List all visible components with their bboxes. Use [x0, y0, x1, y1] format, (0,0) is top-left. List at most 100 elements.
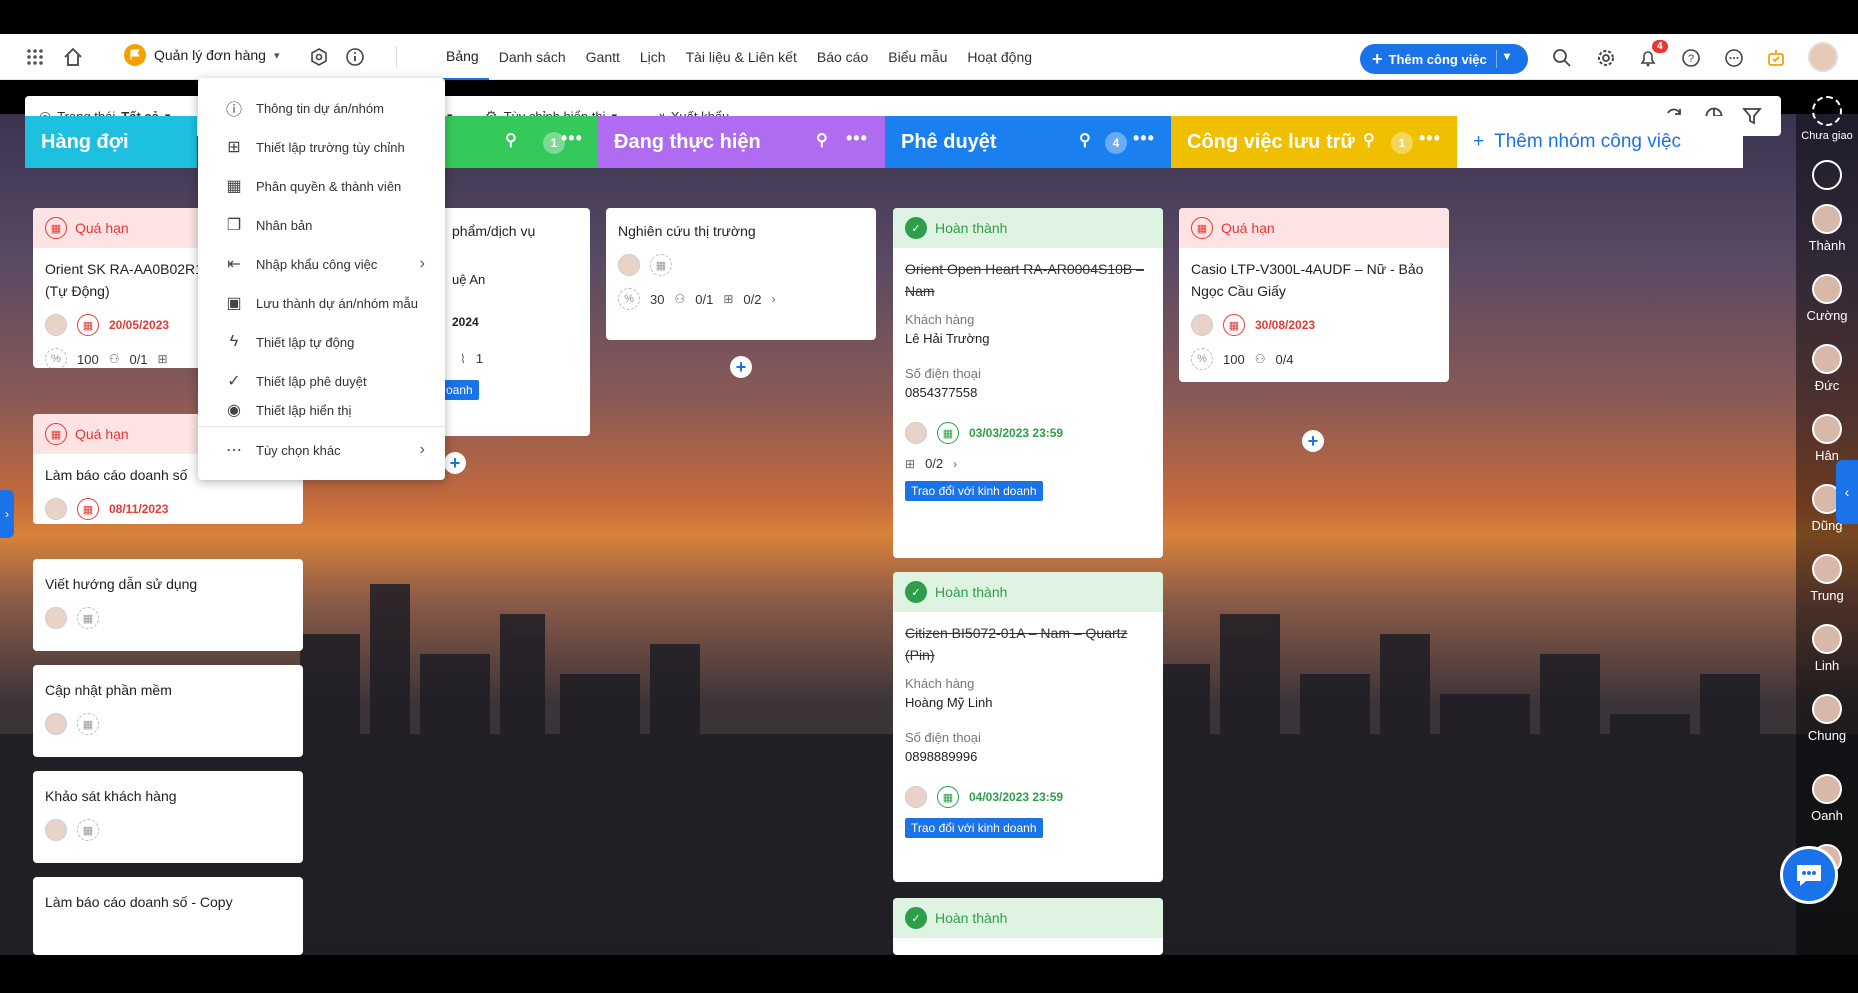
due-date: 30/08/2023: [1255, 318, 1316, 332]
more-circle-icon[interactable]: [1722, 46, 1746, 70]
member-name: Linh: [1814, 658, 1840, 673]
chevron-right-icon[interactable]: ›: [771, 292, 775, 306]
menu-item-label: Thiết lập trường tùy chỉnh: [256, 139, 405, 155]
apps-grid-icon[interactable]: [24, 46, 46, 68]
task-card[interactable]: ✓ Hoàn thành Orient Open Heart RA-AR0004S…: [893, 208, 1163, 558]
home-icon[interactable]: [60, 44, 86, 70]
project-settings-menu: ⓘ Thông tin dự án/nhóm ⊞ Thiết lập trường …: [198, 78, 445, 480]
add-task-button[interactable]: + Thêm công việc ▾: [1360, 44, 1528, 74]
menu-item-permissions[interactable]: ▦ Phân quyền & thành viên: [198, 168, 445, 204]
menu-item-display[interactable]: ◉ Thiết lập hiển thị: [198, 392, 445, 428]
tab-board[interactable]: Bảng: [436, 34, 489, 80]
column-header-in-progress[interactable]: Đang thực hiện ⚲ •••: [598, 116, 885, 168]
menu-item-custom-fields[interactable]: ⊞ Thiết lập trường tùy chỉnh: [198, 129, 445, 165]
task-card[interactable]: Làm báo cáo doanh số - Copy: [33, 877, 303, 955]
calendar-icon[interactable]: ▦: [77, 713, 99, 735]
task-title: Khảo sát khách hàng: [45, 788, 177, 804]
task-card[interactable]: ✓ Hoàn thành Citizen BI5072-01A – Nam – Q…: [893, 572, 1163, 882]
user-avatar[interactable]: [1808, 42, 1838, 72]
tag-label[interactable]: Trao đổi với kinh doanh: [905, 818, 1043, 838]
chevron-down-icon: ▾: [273, 49, 280, 62]
member-item[interactable]: Thành: [1796, 204, 1858, 253]
chat-button[interactable]: [1780, 846, 1838, 904]
member-item[interactable]: Trung: [1796, 554, 1858, 603]
task-meta: ▦: [33, 807, 303, 841]
task-card[interactable]: Nghiên cứu thị trường ▦ % 30 ⚇ 0/1 ⊞ 0/2 ›: [606, 208, 876, 340]
checkin-icon[interactable]: [1764, 46, 1788, 70]
chevron-right-icon[interactable]: ›: [953, 457, 957, 471]
add-task-in-column-button[interactable]: +: [444, 452, 466, 474]
task-card[interactable]: phẩm/dịch vụ uệ An 2024 ⌇ 1 oanh: [440, 208, 590, 436]
subtask-count: 0/2: [925, 456, 944, 471]
tab-documents[interactable]: Tài liệu & Liên kết: [676, 34, 807, 80]
svg-text:?: ?: [1688, 53, 1694, 65]
menu-item-duplicate[interactable]: ❐ Nhân bản: [198, 207, 445, 243]
due-date: 04/03/2023 23:59: [969, 790, 1064, 804]
help-icon[interactable]: ?: [1679, 46, 1703, 70]
member-item[interactable]: Cường: [1796, 274, 1858, 323]
settings-hex-icon[interactable]: [308, 46, 330, 68]
column-menu-icon[interactable]: •••: [1419, 128, 1441, 149]
menu-item-automation[interactable]: ϟ Thiết lập tự động: [198, 324, 445, 360]
right-panel-toggle[interactable]: ‹: [1836, 460, 1858, 524]
tab-forms[interactable]: Biểu mẫu: [878, 34, 957, 80]
member-item[interactable]: Đức: [1796, 344, 1858, 393]
tab-gantt[interactable]: Gantt: [576, 34, 630, 80]
member-unassigned[interactable]: Chưa giao: [1796, 96, 1858, 142]
column-title: Đang thực hiện: [614, 130, 761, 153]
button-separator: [1496, 50, 1497, 68]
tab-reports[interactable]: Báo cáo: [807, 34, 878, 80]
tag-label[interactable]: Trao đổi với kinh doanh: [905, 481, 1043, 501]
column-header-approval[interactable]: Phê duyệt ⚲ 4 •••: [885, 116, 1171, 168]
member-item[interactable]: Hân: [1796, 414, 1858, 463]
task-card[interactable]: Cập nhật phần mềm ▦: [33, 665, 303, 757]
column-menu-icon[interactable]: •••: [846, 128, 868, 149]
automation-icon: ϟ: [229, 333, 239, 350]
column-menu-icon[interactable]: •••: [1133, 128, 1155, 149]
chevron-down-icon[interactable]: ▾: [1504, 49, 1510, 63]
member-item[interactable]: Oanh: [1796, 774, 1858, 823]
task-card[interactable]: Khảo sát khách hàng ▦: [33, 771, 303, 863]
add-group-button[interactable]: + Thêm nhóm công việc: [1457, 116, 1743, 168]
column-header-archive[interactable]: Công việc lưu trữ ⚲ 1 •••: [1171, 116, 1457, 168]
calendar-icon[interactable]: ▦: [650, 254, 672, 276]
avatar: [1812, 414, 1842, 444]
column-header-queue[interactable]: Hàng đợi: [25, 116, 197, 168]
pin-icon[interactable]: ⚲: [1363, 130, 1375, 150]
pin-icon[interactable]: ⚲: [505, 130, 517, 150]
menu-item-import-tasks[interactable]: ⇤ Nhập khẩu công việc ›: [198, 246, 445, 282]
add-task-in-column-button[interactable]: +: [730, 356, 752, 378]
task-card[interactable]: Viết hướng dẫn sử dụng ▦: [33, 559, 303, 651]
gear-icon[interactable]: [1594, 46, 1618, 70]
info-icon[interactable]: [344, 46, 366, 68]
task-card[interactable]: ▦ Quá hạn Casio LTP-V300L-4AUDF – Nữ - Bả…: [1179, 208, 1449, 382]
filter-icon[interactable]: [1741, 105, 1763, 127]
menu-item-label: Nhân bản: [256, 217, 313, 233]
menu-item-save-template[interactable]: ▣ Lưu thành dự án/nhóm mẫu: [198, 285, 445, 321]
pin-icon[interactable]: ⚲: [1079, 130, 1091, 150]
task-card[interactable]: ✓ Hoàn thành: [893, 898, 1163, 955]
search-icon[interactable]: [1550, 46, 1574, 70]
menu-item-more-options[interactable]: ⋯ Tùy chọn khác ›: [198, 432, 445, 468]
tab-activity[interactable]: Hoạt động: [957, 34, 1042, 80]
progress-icon: %: [45, 348, 67, 368]
calendar-icon[interactable]: ▦: [77, 607, 99, 629]
member-item[interactable]: Chung: [1796, 694, 1858, 743]
user-search-icon: [1812, 160, 1842, 190]
project-selector[interactable]: Quản lý đơn hàng ▾: [124, 44, 279, 66]
member-search-icon[interactable]: [1796, 160, 1858, 194]
left-panel-toggle[interactable]: ›: [0, 490, 14, 538]
add-task-in-column-button[interactable]: +: [1302, 430, 1324, 452]
completed-banner: ✓ Hoàn thành: [893, 572, 1163, 612]
calendar-icon[interactable]: ▦: [77, 819, 99, 841]
tab-list[interactable]: Danh sách: [489, 34, 576, 80]
avatar: [618, 254, 640, 276]
member-item[interactable]: Linh: [1796, 624, 1858, 673]
column-header-green[interactable]: ⚲ 1 •••: [445, 116, 598, 168]
menu-item-project-info[interactable]: ⓘ Thông tin dự án/nhóm: [198, 90, 445, 126]
column-menu-icon[interactable]: •••: [561, 128, 583, 149]
progress-value: 100: [77, 351, 99, 367]
tab-calendar[interactable]: Lịch: [630, 34, 676, 80]
pin-icon[interactable]: ⚲: [816, 130, 828, 150]
tag-label[interactable]: oanh: [440, 380, 479, 400]
